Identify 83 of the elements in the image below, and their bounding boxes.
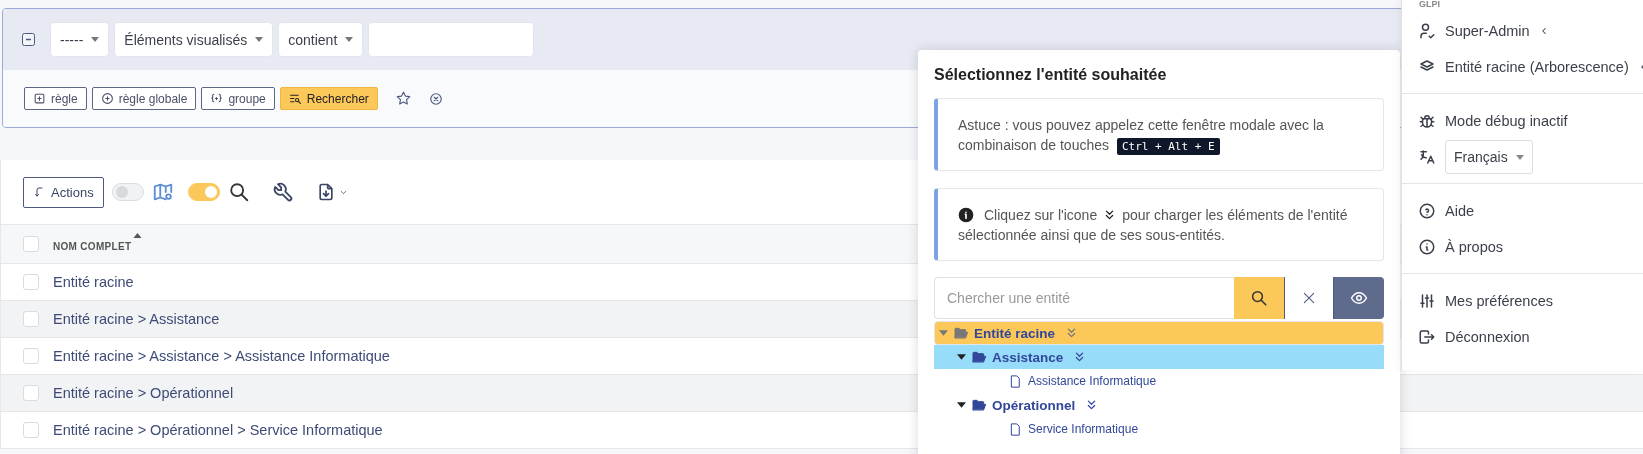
- menu-item[interactable]: À propos: [1445, 239, 1504, 255]
- checkbox[interactable]: [23, 385, 39, 401]
- entity-link[interactable]: Entité racine > Assistance: [53, 311, 220, 327]
- caret-icon: [255, 37, 264, 42]
- return-arrow-icon: [33, 186, 45, 198]
- menu-item[interactable]: Mes préférences: [1445, 293, 1553, 309]
- menu-item[interactable]: Entité racine (Arborescence): [1445, 59, 1629, 75]
- caret-icon[interactable]: [957, 402, 966, 408]
- list-search-icon: [288, 92, 302, 105]
- wrench-icon: [271, 181, 294, 203]
- tree-row[interactable]: Assistance Informatique: [934, 369, 1384, 393]
- menu-item[interactable]: Mode débug inactif: [1445, 113, 1568, 129]
- file-icon: [1008, 421, 1023, 437]
- clear-button[interactable]: [1284, 277, 1334, 319]
- menu-header: GLPI: [1418, 0, 1441, 11]
- menu-item[interactable]: Aide: [1445, 203, 1475, 219]
- entity-link[interactable]: Entité racine > Opérationnel > Service Informatique: [53, 422, 383, 438]
- tree-label: Assistance: [992, 349, 1064, 365]
- dropdown[interactable]: contient: [278, 22, 364, 57]
- dropdown[interactable]: -----: [50, 22, 110, 57]
- tree-row[interactable]: Assistance: [934, 345, 1384, 369]
- toggle-switch[interactable]: [111, 183, 144, 201]
- search-value-field[interactable]: [368, 22, 535, 57]
- menu-item[interactable]: Super-Admin: [1445, 23, 1530, 39]
- collapse-icon[interactable]: [22, 33, 35, 46]
- tree-row[interactable]: Entité racine: [934, 321, 1384, 345]
- search-button[interactable]: Rechercher: [279, 87, 378, 110]
- sliders-icon: [1418, 292, 1436, 310]
- tree-label: Entité racine: [974, 325, 1056, 341]
- add-button[interactable]: règle globale: [91, 87, 197, 110]
- info-icon: [1418, 238, 1436, 256]
- bug-icon: [1418, 112, 1436, 130]
- checkbox[interactable]: [23, 348, 39, 364]
- entity-link[interactable]: Entité racine > Opérationnel: [53, 385, 234, 401]
- dialog-title: Sélectionnez l'entité souhaitée: [934, 66, 1168, 85]
- info-text: pour charger les éléments de l'entité: [1122, 206, 1348, 225]
- search-field[interactable]: Chercher une entité: [934, 277, 1234, 319]
- caret-icon: [91, 37, 100, 42]
- checkbox[interactable]: [23, 236, 39, 252]
- column-header[interactable]: NOM COMPLET: [53, 240, 132, 252]
- open-folder-icon: [953, 325, 969, 341]
- caret-icon: [345, 37, 354, 42]
- actions-button[interactable]: Actions: [23, 176, 104, 208]
- tree-row[interactable]: Opérationnel: [934, 393, 1384, 417]
- search-icon: [227, 181, 250, 203]
- dropdown[interactable]: Éléments visualisés: [114, 22, 274, 57]
- menu-item[interactable]: Déconnexion: [1445, 329, 1530, 345]
- checkbox[interactable]: [23, 311, 39, 327]
- tree-label: Assistance Informatique: [1028, 374, 1157, 388]
- tree-label: Service Informatique: [1028, 422, 1139, 436]
- plus-square-icon: [33, 92, 46, 105]
- star-icon: [394, 90, 412, 107]
- plus-circle-icon: [100, 92, 114, 105]
- eye-icon: [1350, 289, 1368, 307]
- open-folder-icon: [971, 397, 987, 413]
- help-icon: [1418, 202, 1436, 220]
- clear-icon: [428, 91, 443, 106]
- entity-link[interactable]: Entité racine > Assistance > Assistance Informatique: [53, 348, 390, 364]
- checkbox[interactable]: [23, 274, 39, 290]
- entity-link[interactable]: Entité racine: [53, 274, 134, 290]
- info-text: sélectionnée ainsi que de ses sous-entités.: [958, 226, 1225, 245]
- tree-label: Opérationnel: [992, 397, 1076, 413]
- tip-text: Astuce : vous pouvez appelez cette fenêtre modale avec la combinaison de touches Ctrl + Alt + E: [958, 116, 1325, 155]
- info-icon: [958, 207, 974, 223]
- search-button[interactable]: [1234, 277, 1284, 319]
- close-icon: [1301, 290, 1317, 306]
- view-button[interactable]: [1334, 277, 1384, 319]
- translate-icon: [1418, 148, 1436, 166]
- open-folder-icon: [971, 349, 987, 365]
- caret-icon[interactable]: [957, 354, 966, 360]
- map-icon: [151, 181, 174, 203]
- user-icon: [1418, 22, 1436, 40]
- search-icon: [1250, 289, 1268, 307]
- language-dropdown[interactable]: Français: [1445, 140, 1533, 174]
- braces-plus-icon: [210, 92, 224, 105]
- checkbox[interactable]: [23, 422, 39, 438]
- add-button[interactable]: règle: [24, 87, 87, 110]
- logout-icon: [1418, 328, 1436, 346]
- info-text: Cliquez sur l'icone: [984, 206, 1098, 225]
- add-button[interactable]: groupe: [201, 87, 275, 110]
- file-icon: [1008, 373, 1023, 389]
- tree-row[interactable]: Service Informatique: [934, 417, 1384, 441]
- toggle-switch[interactable]: [187, 183, 220, 201]
